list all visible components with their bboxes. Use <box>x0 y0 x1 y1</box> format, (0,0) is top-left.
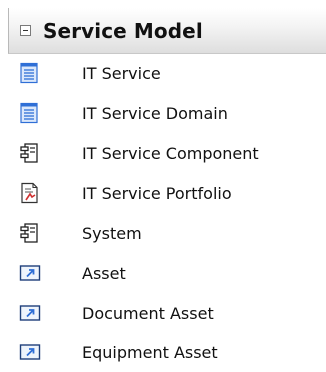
section-title: Service Model <box>43 18 203 43</box>
toolbox-panel: Service Model IT Service IT Service Doma… <box>0 0 326 372</box>
asset-icon <box>19 262 41 284</box>
toolbox-item-label: IT Service Portfolio <box>82 183 232 203</box>
portfolio-icon <box>19 182 41 204</box>
toolbox-item-equipment-asset[interactable]: Equipment Asset <box>8 334 326 370</box>
asset-icon <box>19 302 41 324</box>
toolbox-item-label: Equipment Asset <box>82 342 218 362</box>
toolbox-item-label: IT Service Domain <box>82 103 228 123</box>
toolbox-item-label: IT Service Component <box>82 143 259 163</box>
toolbox-item-label: Asset <box>82 263 126 283</box>
toolbox-item-asset[interactable]: Asset <box>8 255 326 291</box>
service-doc-icon <box>19 62 41 84</box>
toolbox-item-label: IT Service <box>82 63 161 83</box>
toolbox-item-it-service-domain[interactable]: IT Service Domain <box>8 95 326 131</box>
toolbox-item-it-service-component[interactable]: IT Service Component <box>8 135 326 171</box>
toolbox-item-document-asset[interactable]: Document Asset <box>8 295 326 331</box>
section-header[interactable]: Service Model <box>8 8 326 54</box>
toolbox-item-label: System <box>82 223 142 243</box>
toolbox-item-system[interactable]: System <box>8 215 326 251</box>
service-doc-icon <box>19 102 41 124</box>
component-icon <box>19 142 41 164</box>
component-icon <box>19 222 41 244</box>
collapse-icon[interactable] <box>20 25 31 36</box>
toolbox-item-it-service-portfolio[interactable]: IT Service Portfolio <box>8 175 326 211</box>
toolbox-item-label: Document Asset <box>82 303 214 323</box>
asset-icon <box>19 341 41 363</box>
toolbox-item-it-service[interactable]: IT Service <box>8 55 326 91</box>
